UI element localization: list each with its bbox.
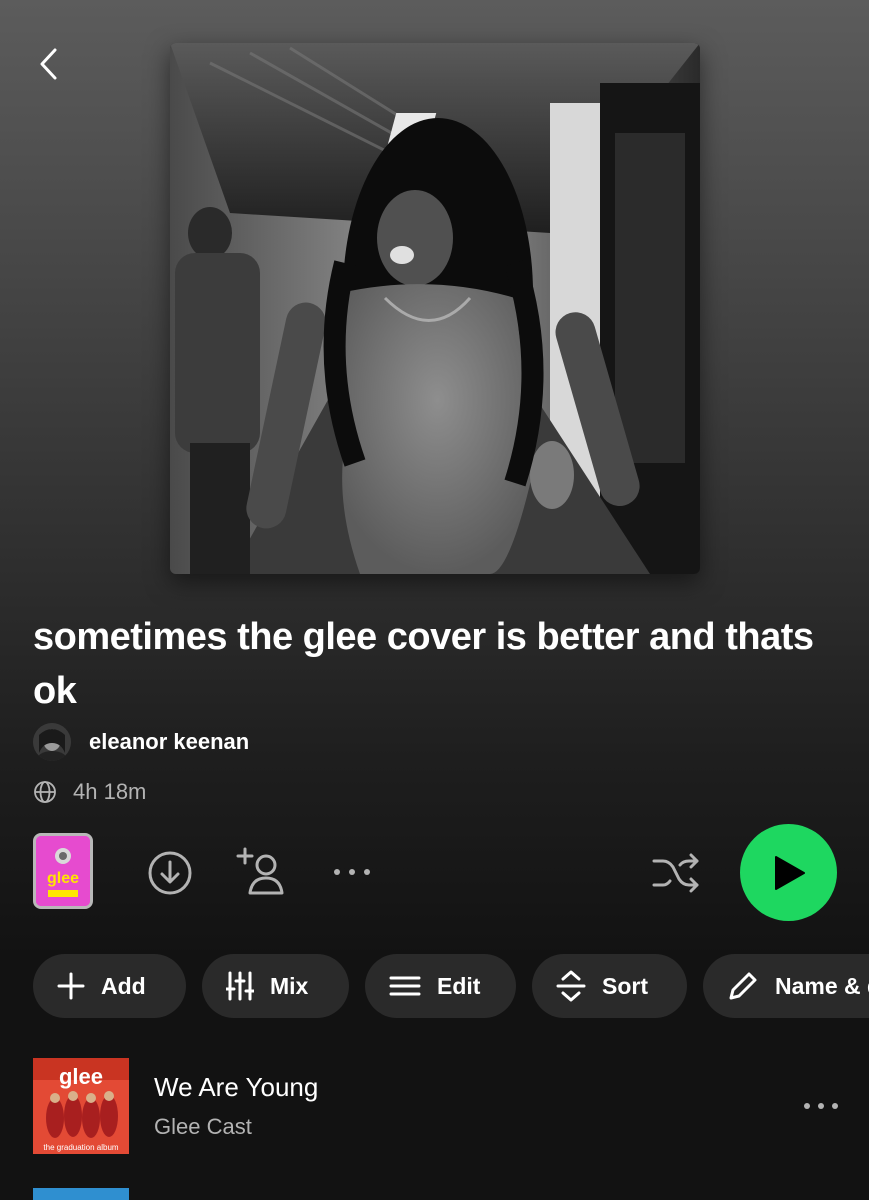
track-row[interactable]: glee the graduation album We Are Young G…: [33, 1058, 869, 1156]
playlist-owner[interactable]: eleanor keenan: [33, 722, 249, 762]
more-horizontal-icon: [334, 869, 370, 875]
add-chip[interactable]: Add: [33, 954, 186, 1018]
playlist-cover-image: [170, 43, 700, 574]
playlist-meta: 4h 18m: [33, 776, 146, 808]
playlist-duration: 4h 18m: [73, 779, 147, 804]
mix-chip[interactable]: Mix: [202, 954, 349, 1018]
track-title: We Are Young: [154, 1072, 319, 1102]
edit-chip[interactable]: Edit: [365, 954, 516, 1018]
more-horizontal-icon: [804, 1103, 838, 1109]
owner-name[interactable]: eleanor keenan: [89, 729, 249, 755]
track-art-text: glee: [59, 1064, 103, 1089]
filter-chip-row: Add Mix Edit Sort Name &: [33, 954, 869, 1018]
playlist-page: sometimes the glee cover is better and t…: [0, 0, 869, 1200]
edit-chip-label: Edit: [437, 972, 481, 999]
track-more-button[interactable]: [801, 1088, 841, 1124]
plus-icon: [57, 972, 85, 1000]
playlist-mini-cover[interactable]: glee: [33, 833, 93, 909]
sort-chip[interactable]: Sort: [532, 954, 687, 1018]
track-album-art: glee the graduation album: [33, 1058, 129, 1154]
sort-chip-label: Sort: [602, 972, 648, 999]
name-details-chip-label: Name & d: [775, 972, 869, 999]
sort-icon: [556, 970, 586, 1002]
back-button[interactable]: [28, 44, 68, 84]
add-chip-label: Add: [101, 972, 146, 999]
name-details-chip[interactable]: Name & d: [703, 954, 869, 1018]
more-options-button[interactable]: [330, 860, 374, 884]
mix-chip-label: Mix: [270, 972, 309, 999]
add-user-icon: [236, 847, 284, 895]
chevron-left-icon: [40, 48, 57, 80]
play-icon: [774, 855, 805, 890]
play-button[interactable]: [740, 824, 837, 921]
playlist-title: sometimes the glee cover is better and t…: [33, 616, 814, 712]
shuffle-icon: [652, 853, 699, 893]
mini-cover-text: glee: [47, 870, 79, 887]
track-art-subtext: the graduation album: [43, 1143, 119, 1152]
download-button[interactable]: [146, 849, 194, 897]
download-circle-icon: [148, 851, 192, 895]
list-icon: [389, 975, 421, 997]
pencil-icon: [727, 970, 759, 1002]
track-artist: Glee Cast: [154, 1114, 252, 1139]
add-collaborator-button[interactable]: [236, 846, 290, 898]
action-row: glee: [0, 822, 869, 922]
avatar: [33, 723, 71, 761]
globe-icon: [33, 780, 57, 804]
sliders-icon: [226, 971, 254, 1001]
next-track-album-art: [33, 1188, 129, 1200]
shuffle-button[interactable]: [650, 850, 702, 896]
